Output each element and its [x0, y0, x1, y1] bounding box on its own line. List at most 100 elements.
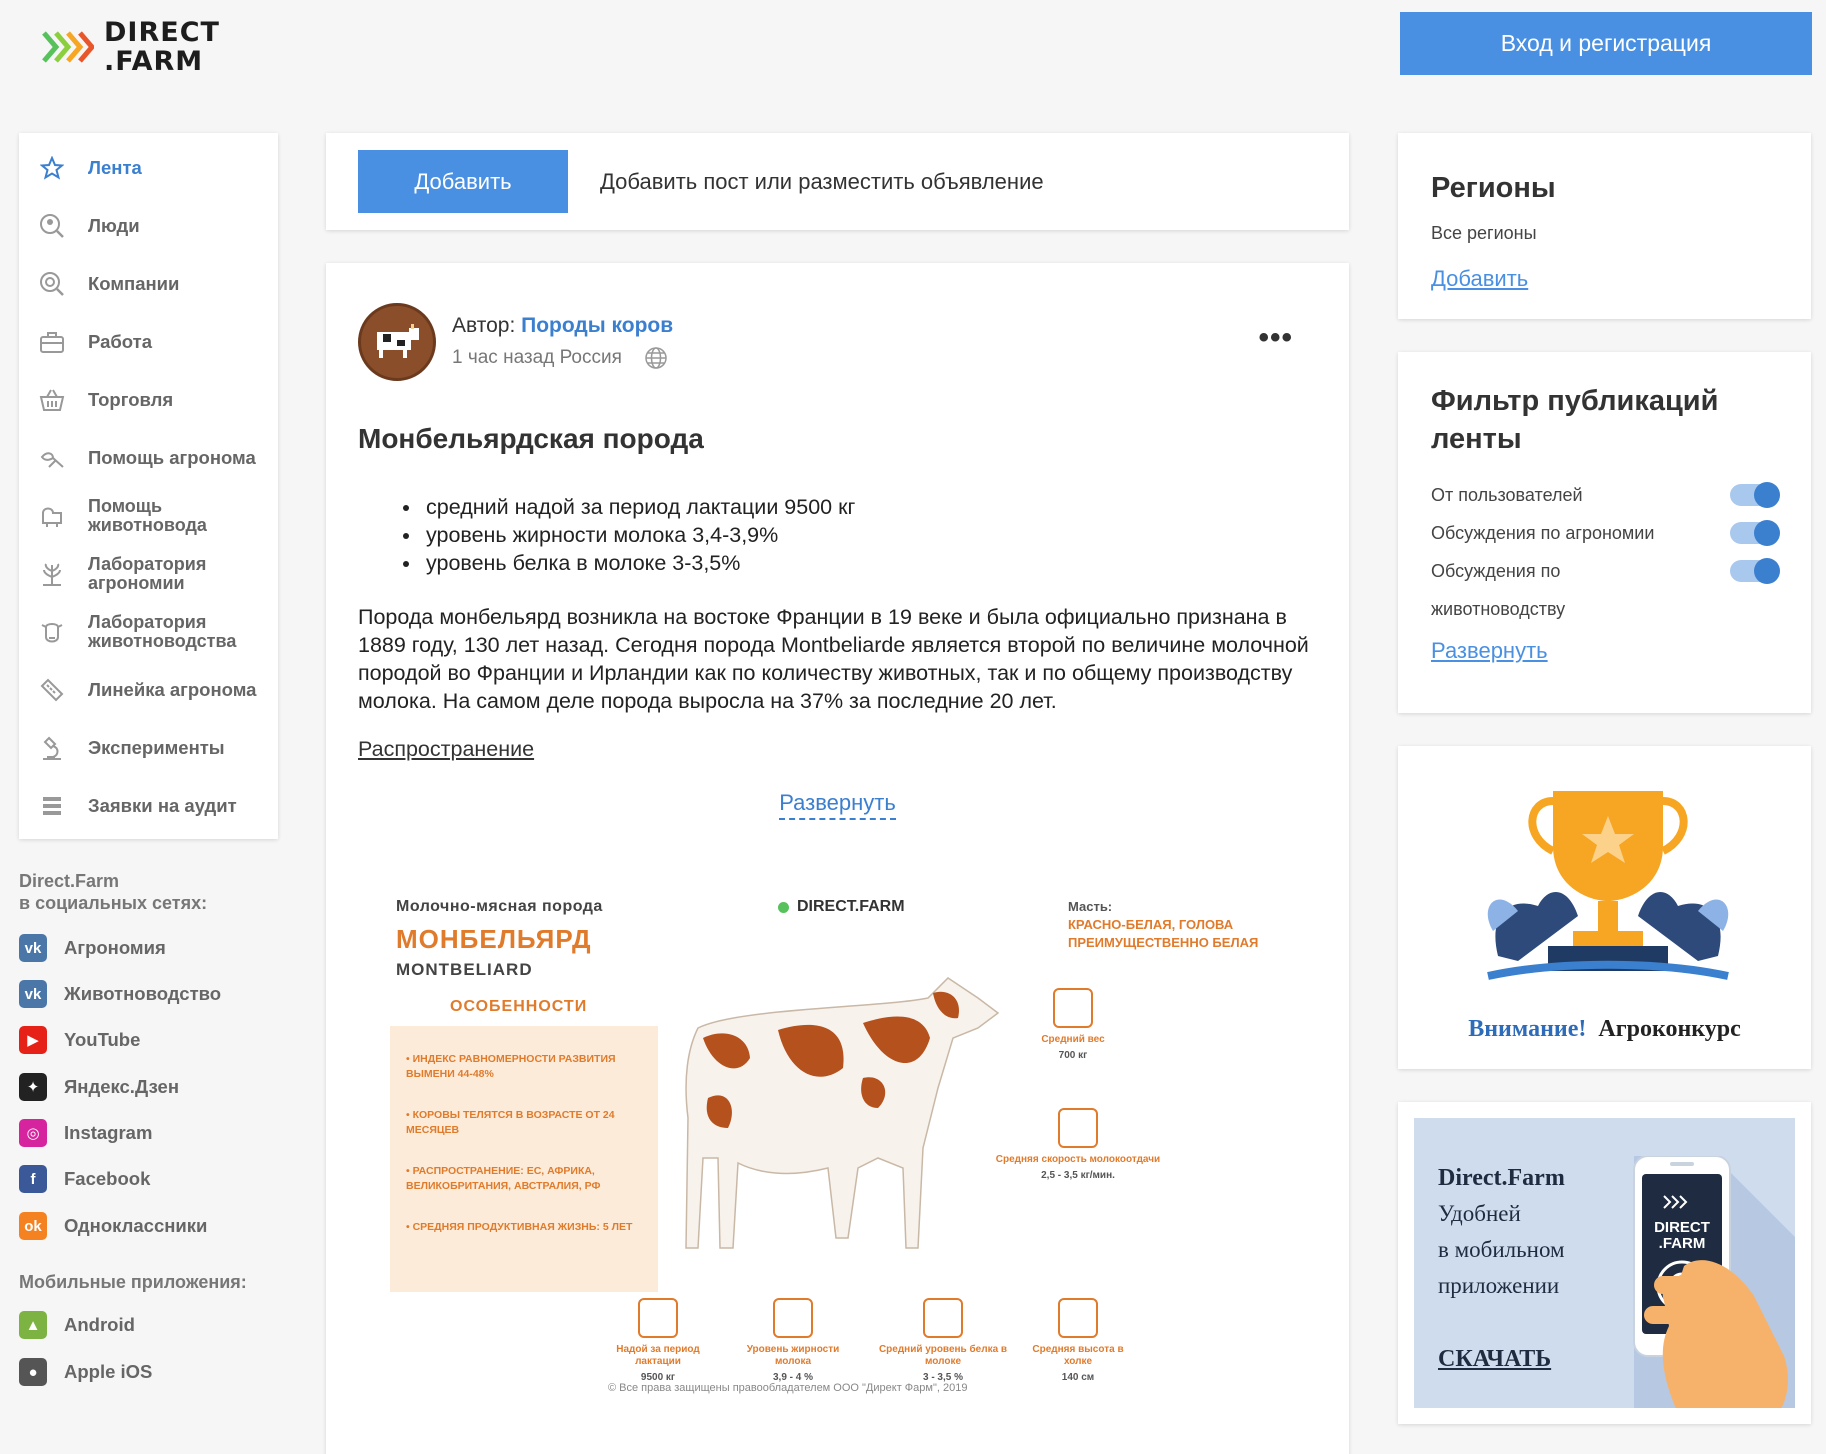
list-icon [37, 791, 67, 821]
infographic-title: МОНБЕЛЬЯРД [396, 924, 592, 954]
distribution-link[interactable]: Распространение [358, 737, 534, 762]
instagram-icon: ◎ [19, 1119, 47, 1147]
sidebar-item-agronomy-lab[interactable]: Лаборатория агрономии [19, 545, 278, 603]
sidebar-item-agronomist-help[interactable]: Помощь агронома [19, 429, 278, 487]
facebook-icon: f [19, 1165, 47, 1193]
odnoklassniki-icon: ok [19, 1212, 47, 1240]
post-expand-link[interactable]: Развернуть [779, 790, 896, 820]
post-more-button[interactable]: ••• [1258, 321, 1293, 355]
filter-option-livestock: Обсуждения по животноводству [1431, 552, 1780, 628]
sidebar-item-audit[interactable]: Заявки на аудит [19, 777, 278, 835]
phone-in-hand-icon: DIRECT .FARM [1633, 1156, 1795, 1408]
svg-text:.FARM: .FARM [1659, 1235, 1706, 1252]
star-icon [37, 153, 67, 183]
add-post-button[interactable]: Добавить [358, 150, 568, 213]
app-banner-text: Direct.Farm Удобней в мобильном приложен… [1438, 1165, 1565, 1298]
zen-icon: ✦ [19, 1073, 47, 1101]
sidebar-item-ruler[interactable]: Линейка агронома [19, 661, 278, 719]
apple-icon: ● [19, 1358, 47, 1386]
feed-filter-widget: Фильтр публикаций ленты От пользователей… [1398, 352, 1811, 713]
sidebar-item-livestock-lab[interactable]: Лаборатория животноводства [19, 603, 278, 661]
sidebar-item-experiments[interactable]: Эксперименты [19, 719, 278, 777]
stat-fat: Уровень жирности молока 3,9 - 4 % [738, 1298, 848, 1384]
stat-height: Средняя высота в холке 140 см [1023, 1298, 1133, 1384]
youtube-icon: ▶ [19, 1026, 47, 1054]
toggle-livestock[interactable] [1730, 558, 1780, 584]
post-author-block: Автор: Породы коров 1 час назад Россия [452, 314, 673, 370]
sidebar-item-people[interactable]: Люди [19, 197, 278, 255]
sidebar-item-feed[interactable]: Лента [19, 139, 278, 197]
post-infographic[interactable]: Молочно-мясная порода МОНБЕЛЬЯРД MONTBEL… [358, 898, 1318, 1398]
stat-weight: Средний вес 700 кг [1028, 988, 1118, 1062]
stat-yield: Надой за период лактации 9500 кг [608, 1298, 708, 1384]
sidebar-item-companies[interactable]: Компании [19, 255, 278, 313]
sidebar-item-livestock-help[interactable]: Помощь животновода [19, 487, 278, 545]
social-link-odnoklassniki[interactable]: ok Одноклассники [19, 1210, 207, 1242]
post-title: Монбельярдская порода [358, 423, 704, 454]
sidebar-item-trade[interactable]: Торговля [19, 371, 278, 429]
weight-icon [1053, 988, 1093, 1028]
apps-title: Мобильные приложения: [19, 1272, 247, 1292]
list-item: уровень белка в молоке 3-3,5% [422, 549, 1317, 577]
microscope-icon [37, 733, 67, 763]
list-item: уровень жирности молока 3,4-3,9% [422, 521, 1317, 549]
regions-add-link[interactable]: Добавить [1431, 266, 1528, 292]
milk-can-icon [638, 1298, 678, 1338]
post-composer: Добавить Добавить пост или разместить об… [326, 133, 1349, 230]
cow-avatar-icon [377, 324, 419, 358]
filter-option-users: От пользователей [1431, 476, 1780, 514]
site-logo[interactable]: DIRECT .FARM [42, 12, 232, 82]
app-download-link[interactable]: СКАЧАТЬ [1438, 1346, 1551, 1373]
infographic-latin: MONTBELIARD [396, 960, 533, 979]
author-link[interactable]: Породы коров [521, 314, 673, 337]
infographic-copyright: © Все права защищены правообладателем ОО… [608, 1382, 968, 1394]
sidebar-item-jobs[interactable]: Работа [19, 313, 278, 371]
agrocontest-banner[interactable]: Внимание! Агроконкурс [1398, 746, 1811, 1069]
stat-protein: Средний уровень белка в молоке 3 - 3,5 % [878, 1298, 1008, 1384]
logo-chevrons-icon [42, 31, 94, 63]
people-search-icon [37, 211, 67, 241]
globe-icon [645, 347, 667, 369]
login-register-button[interactable]: Вход и регистрация [1400, 12, 1812, 75]
social-link-vk-livestock[interactable]: vk Животноводство [19, 978, 221, 1010]
author-avatar[interactable] [358, 303, 436, 381]
trophy-icon [1487, 791, 1729, 980]
molecule-icon [923, 1298, 963, 1338]
filter-option-agronomy: Обсуждения по агрономии [1431, 514, 1780, 552]
post-meta: 1 час назад Россия [452, 347, 622, 368]
app-link-android[interactable]: ▲ Android [19, 1309, 135, 1341]
vk-icon: vk [19, 980, 47, 1008]
ruler-icon [37, 675, 67, 705]
regions-title: Регионы [1431, 172, 1556, 204]
infographic-suit: Масть: КРАСНО-БЕЛАЯ, ГОЛОВА ПРЕИМУЩЕСТВЕ… [1068, 899, 1259, 950]
stat-milk-speed: Средняя скорость молокоотдачи 2,5 - 3,5 к… [988, 1108, 1168, 1182]
briefcase-icon [37, 327, 67, 357]
social-link-zen[interactable]: ✦ Яндекс.Дзен [19, 1071, 179, 1103]
composer-prompt[interactable]: Добавить пост или разместить объявление [600, 169, 1044, 195]
android-icon: ▲ [19, 1311, 47, 1339]
post-body: Порода монбельярд возникла на востоке Фр… [358, 605, 1309, 713]
plant-help-icon [37, 443, 67, 473]
features-box: • ИНДЕКС РАВНОМЕРНОСТИ РАЗВИТИЯ ВЫМЕНИ 4… [390, 1026, 658, 1292]
mobile-app-banner[interactable]: Direct.Farm Удобней в мобильном приложен… [1398, 1102, 1811, 1424]
toggle-users[interactable] [1730, 482, 1780, 508]
infographic-subtitle: Молочно-мясная порода [396, 898, 603, 915]
milking-icon [1058, 1108, 1098, 1148]
plant-lab-icon [37, 559, 67, 589]
animal-help-icon [37, 501, 67, 531]
post-bullets: средний надой за период лактации 9500 кг… [422, 493, 1317, 577]
brand-dot-icon [778, 901, 789, 913]
basket-icon [37, 385, 67, 415]
app-link-ios[interactable]: ● Apple iOS [19, 1356, 152, 1388]
toggle-agronomy[interactable] [1730, 520, 1780, 546]
author-prefix: Автор: [452, 314, 516, 337]
social-link-youtube[interactable]: ▶ YouTube [19, 1024, 140, 1056]
infographic-brand: DIRECT.FARM [778, 898, 905, 916]
regions-widget: Регионы Все регионы Добавить [1398, 133, 1811, 319]
filter-expand-link[interactable]: Развернуть [1431, 638, 1548, 664]
social-link-vk-agronomy[interactable]: vk Агрономия [19, 932, 166, 964]
social-link-facebook[interactable]: f Facebook [19, 1163, 150, 1195]
social-link-instagram[interactable]: ◎ Instagram [19, 1117, 152, 1149]
vk-icon: vk [19, 934, 47, 962]
cow-illustration-icon [685, 977, 1000, 1249]
